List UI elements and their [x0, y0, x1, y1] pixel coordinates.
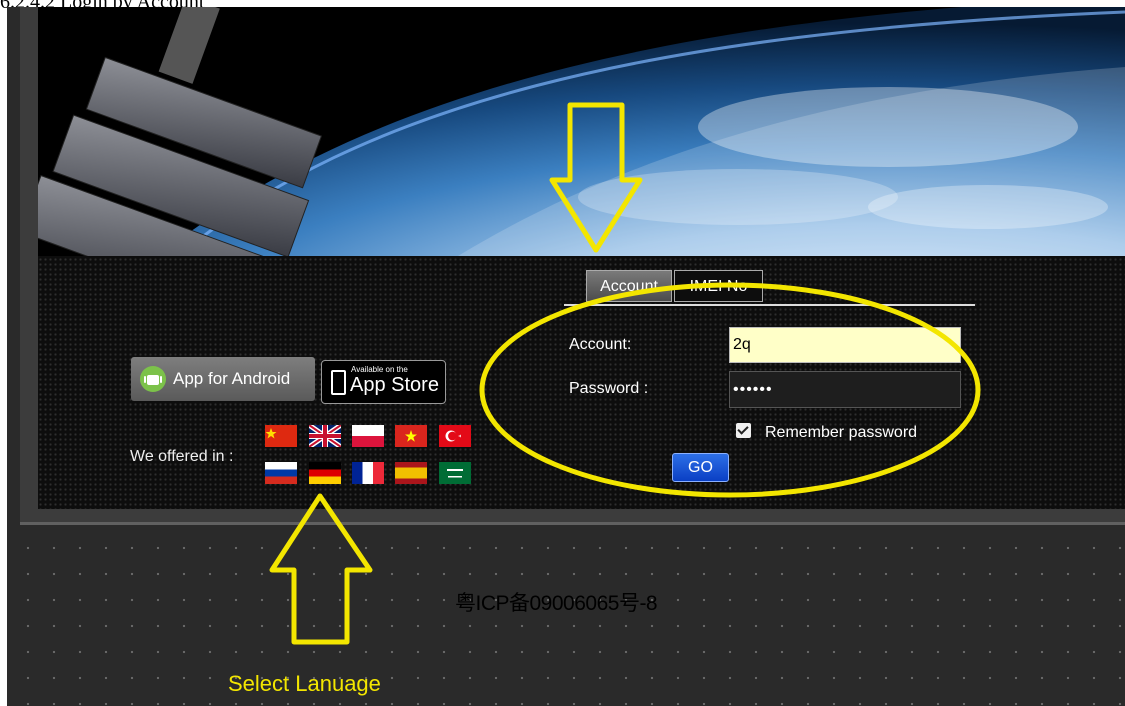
down-arrow-annotation [549, 102, 643, 253]
annotation-overlay [269, 102, 981, 645]
up-arrow-annotation [269, 493, 373, 645]
login-form-highlight-ellipse [479, 282, 981, 498]
